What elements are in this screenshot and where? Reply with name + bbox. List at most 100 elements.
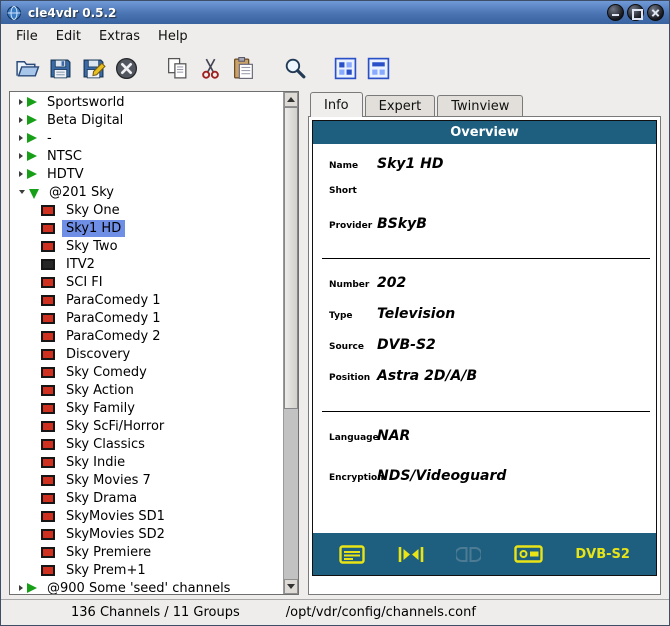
tree-channel-sky-comedy[interactable]: Sky Comedy bbox=[10, 363, 283, 381]
tree-channel-sky-indie[interactable]: Sky Indie bbox=[10, 453, 283, 471]
scroll-track[interactable] bbox=[284, 107, 298, 579]
close-file-button[interactable] bbox=[110, 52, 143, 84]
tab-expert[interactable]: Expert bbox=[364, 95, 436, 116]
channel-tree: Sportsworld Beta Digital - NTSC HDTV @201 Sky… bbox=[9, 91, 299, 595]
menu-file[interactable]: File bbox=[7, 27, 47, 46]
source-type-label: DVB-S2 bbox=[575, 546, 630, 562]
tree-channel-sky-classics[interactable]: Sky Classics bbox=[10, 435, 283, 453]
field-value: NAR bbox=[377, 428, 411, 444]
tree-channel-sci-fi[interactable]: SCI FI bbox=[10, 273, 283, 291]
expander-icon[interactable] bbox=[19, 135, 23, 141]
tree-channel-discovery[interactable]: Discovery bbox=[10, 345, 283, 363]
tree-group-201-sky[interactable]: @201 Sky bbox=[10, 183, 283, 201]
toolbar bbox=[1, 49, 669, 87]
tree-channel-sky-movies-7[interactable]: Sky Movies 7 bbox=[10, 471, 283, 489]
overview-footer: DVB-S2 bbox=[313, 533, 656, 575]
tree-channel-sky-prem-1[interactable]: Sky Prem+1 bbox=[10, 561, 283, 579]
tree-group-ntsc[interactable]: NTSC bbox=[10, 147, 283, 165]
field-label: Encryption bbox=[329, 473, 384, 483]
paste-button[interactable] bbox=[227, 52, 260, 84]
expand-groups-button[interactable] bbox=[329, 52, 362, 84]
tree-scrollbar[interactable] bbox=[283, 92, 298, 594]
config-path: /opt/vdr/config/channels.conf bbox=[285, 605, 476, 620]
copy-button[interactable] bbox=[161, 52, 194, 84]
tree-channel-itv2[interactable]: ITV2 bbox=[10, 255, 283, 273]
menu-edit[interactable]: Edit bbox=[47, 27, 90, 46]
tree-channel-sky-two[interactable]: Sky Two bbox=[10, 237, 283, 255]
titlebar[interactable]: cle4vdr 0.5.2 bbox=[1, 1, 669, 24]
tree-channel-sky-one[interactable]: Sky One bbox=[10, 201, 283, 219]
minimize-button[interactable] bbox=[607, 4, 624, 21]
save-as-icon bbox=[83, 59, 106, 78]
field-number: Number 202 bbox=[313, 275, 656, 306]
channel-label: Sky Action bbox=[66, 382, 134, 398]
field-language: Language NAR bbox=[313, 428, 656, 468]
field-label: Type bbox=[329, 311, 353, 321]
expander-icon[interactable] bbox=[19, 153, 23, 159]
find-button[interactable] bbox=[278, 52, 311, 84]
expander-icon[interactable] bbox=[19, 190, 25, 194]
arrow-up-icon bbox=[287, 97, 295, 102]
tree-channel-sky-scfi-horror[interactable]: Sky ScFi/Horror bbox=[10, 417, 283, 435]
open-file-button[interactable] bbox=[11, 52, 44, 84]
field-value: Astra 2D/A/B bbox=[377, 368, 478, 384]
group-label: @201 Sky bbox=[49, 184, 114, 200]
save-as-button[interactable] bbox=[77, 52, 110, 84]
menu-extras[interactable]: Extras bbox=[90, 27, 149, 46]
widescreen-icon bbox=[398, 546, 424, 563]
save-button[interactable] bbox=[44, 52, 77, 84]
field-label: Position bbox=[329, 373, 371, 383]
tree-channel-sky-premiere[interactable]: Sky Premiere bbox=[10, 543, 283, 561]
tree-channel-skymovies-sd2[interactable]: SkyMovies SD2 bbox=[10, 525, 283, 543]
tab-info[interactable]: Info bbox=[310, 92, 363, 117]
tree-channel-sky-drama[interactable]: Sky Drama bbox=[10, 489, 283, 507]
scroll-up-button[interactable] bbox=[284, 92, 298, 107]
tree-channel-paracomedy-2[interactable]: ParaComedy 2 bbox=[10, 327, 283, 345]
channel-icon bbox=[41, 420, 55, 432]
channel-label: ParaComedy 2 bbox=[66, 328, 161, 344]
tree-channel-sky1-hd[interactable]: Sky1 HD bbox=[10, 219, 283, 237]
expander-icon[interactable] bbox=[19, 117, 23, 123]
field-position: Position Astra 2D/A/B bbox=[313, 368, 656, 399]
overview-title: Overview bbox=[313, 121, 656, 144]
tree-channel-paracomedy-1[interactable]: ParaComedy 1 bbox=[10, 309, 283, 327]
channel-label: ParaComedy 1 bbox=[66, 310, 161, 326]
channel-icon bbox=[41, 366, 55, 378]
field-provider: Provider BSkyB bbox=[313, 216, 656, 246]
tree-group-beta-digital[interactable]: Beta Digital bbox=[10, 111, 283, 129]
tree-channel-skymovies-sd1[interactable]: SkyMovies SD1 bbox=[10, 507, 283, 525]
maximize-button[interactable] bbox=[627, 4, 644, 21]
cut-button[interactable] bbox=[194, 52, 227, 84]
tab-twinview[interactable]: Twinview bbox=[437, 95, 524, 116]
channel-label: SCI FI bbox=[66, 274, 103, 290]
tree-channel-sky-action[interactable]: Sky Action bbox=[10, 381, 283, 399]
expander-icon[interactable] bbox=[19, 99, 23, 105]
close-button[interactable] bbox=[647, 4, 664, 21]
tree-group-hdtv[interactable]: HDTV bbox=[10, 165, 283, 183]
tree-channel-paracomedy-1[interactable]: ParaComedy 1 bbox=[10, 291, 283, 309]
channel-icon bbox=[41, 402, 55, 414]
field-short: Short bbox=[313, 186, 656, 216]
group-arrow-icon bbox=[27, 151, 37, 161]
channel-icon bbox=[41, 240, 55, 252]
tree-group-sportsworld[interactable]: Sportsworld bbox=[10, 93, 283, 111]
channel-label: Sky Indie bbox=[66, 454, 126, 470]
channel-label: Sky Family bbox=[66, 400, 135, 416]
expand-groups-icon bbox=[334, 57, 357, 79]
menu-help[interactable]: Help bbox=[149, 27, 197, 46]
window-title: cle4vdr 0.5.2 bbox=[28, 5, 117, 20]
field-value: Sky1 HD bbox=[377, 156, 444, 172]
channel-label: Sky One bbox=[66, 202, 120, 218]
expander-icon[interactable] bbox=[19, 585, 23, 591]
tree-group-900-some-seed-channels[interactable]: @900 Some 'seed' channels bbox=[10, 579, 283, 594]
channel-label: SkyMovies SD1 bbox=[66, 508, 165, 524]
tree-channel-sky-family[interactable]: Sky Family bbox=[10, 399, 283, 417]
expander-icon[interactable] bbox=[19, 171, 23, 177]
expand-channels-button[interactable] bbox=[362, 52, 395, 84]
group-label: NTSC bbox=[47, 148, 82, 164]
scroll-down-button[interactable] bbox=[284, 579, 298, 594]
tree-group-item[interactable]: - bbox=[10, 129, 283, 147]
scroll-thumb[interactable] bbox=[284, 107, 298, 410]
channel-label: SkyMovies SD2 bbox=[66, 526, 165, 542]
field-label: Short bbox=[329, 186, 357, 196]
